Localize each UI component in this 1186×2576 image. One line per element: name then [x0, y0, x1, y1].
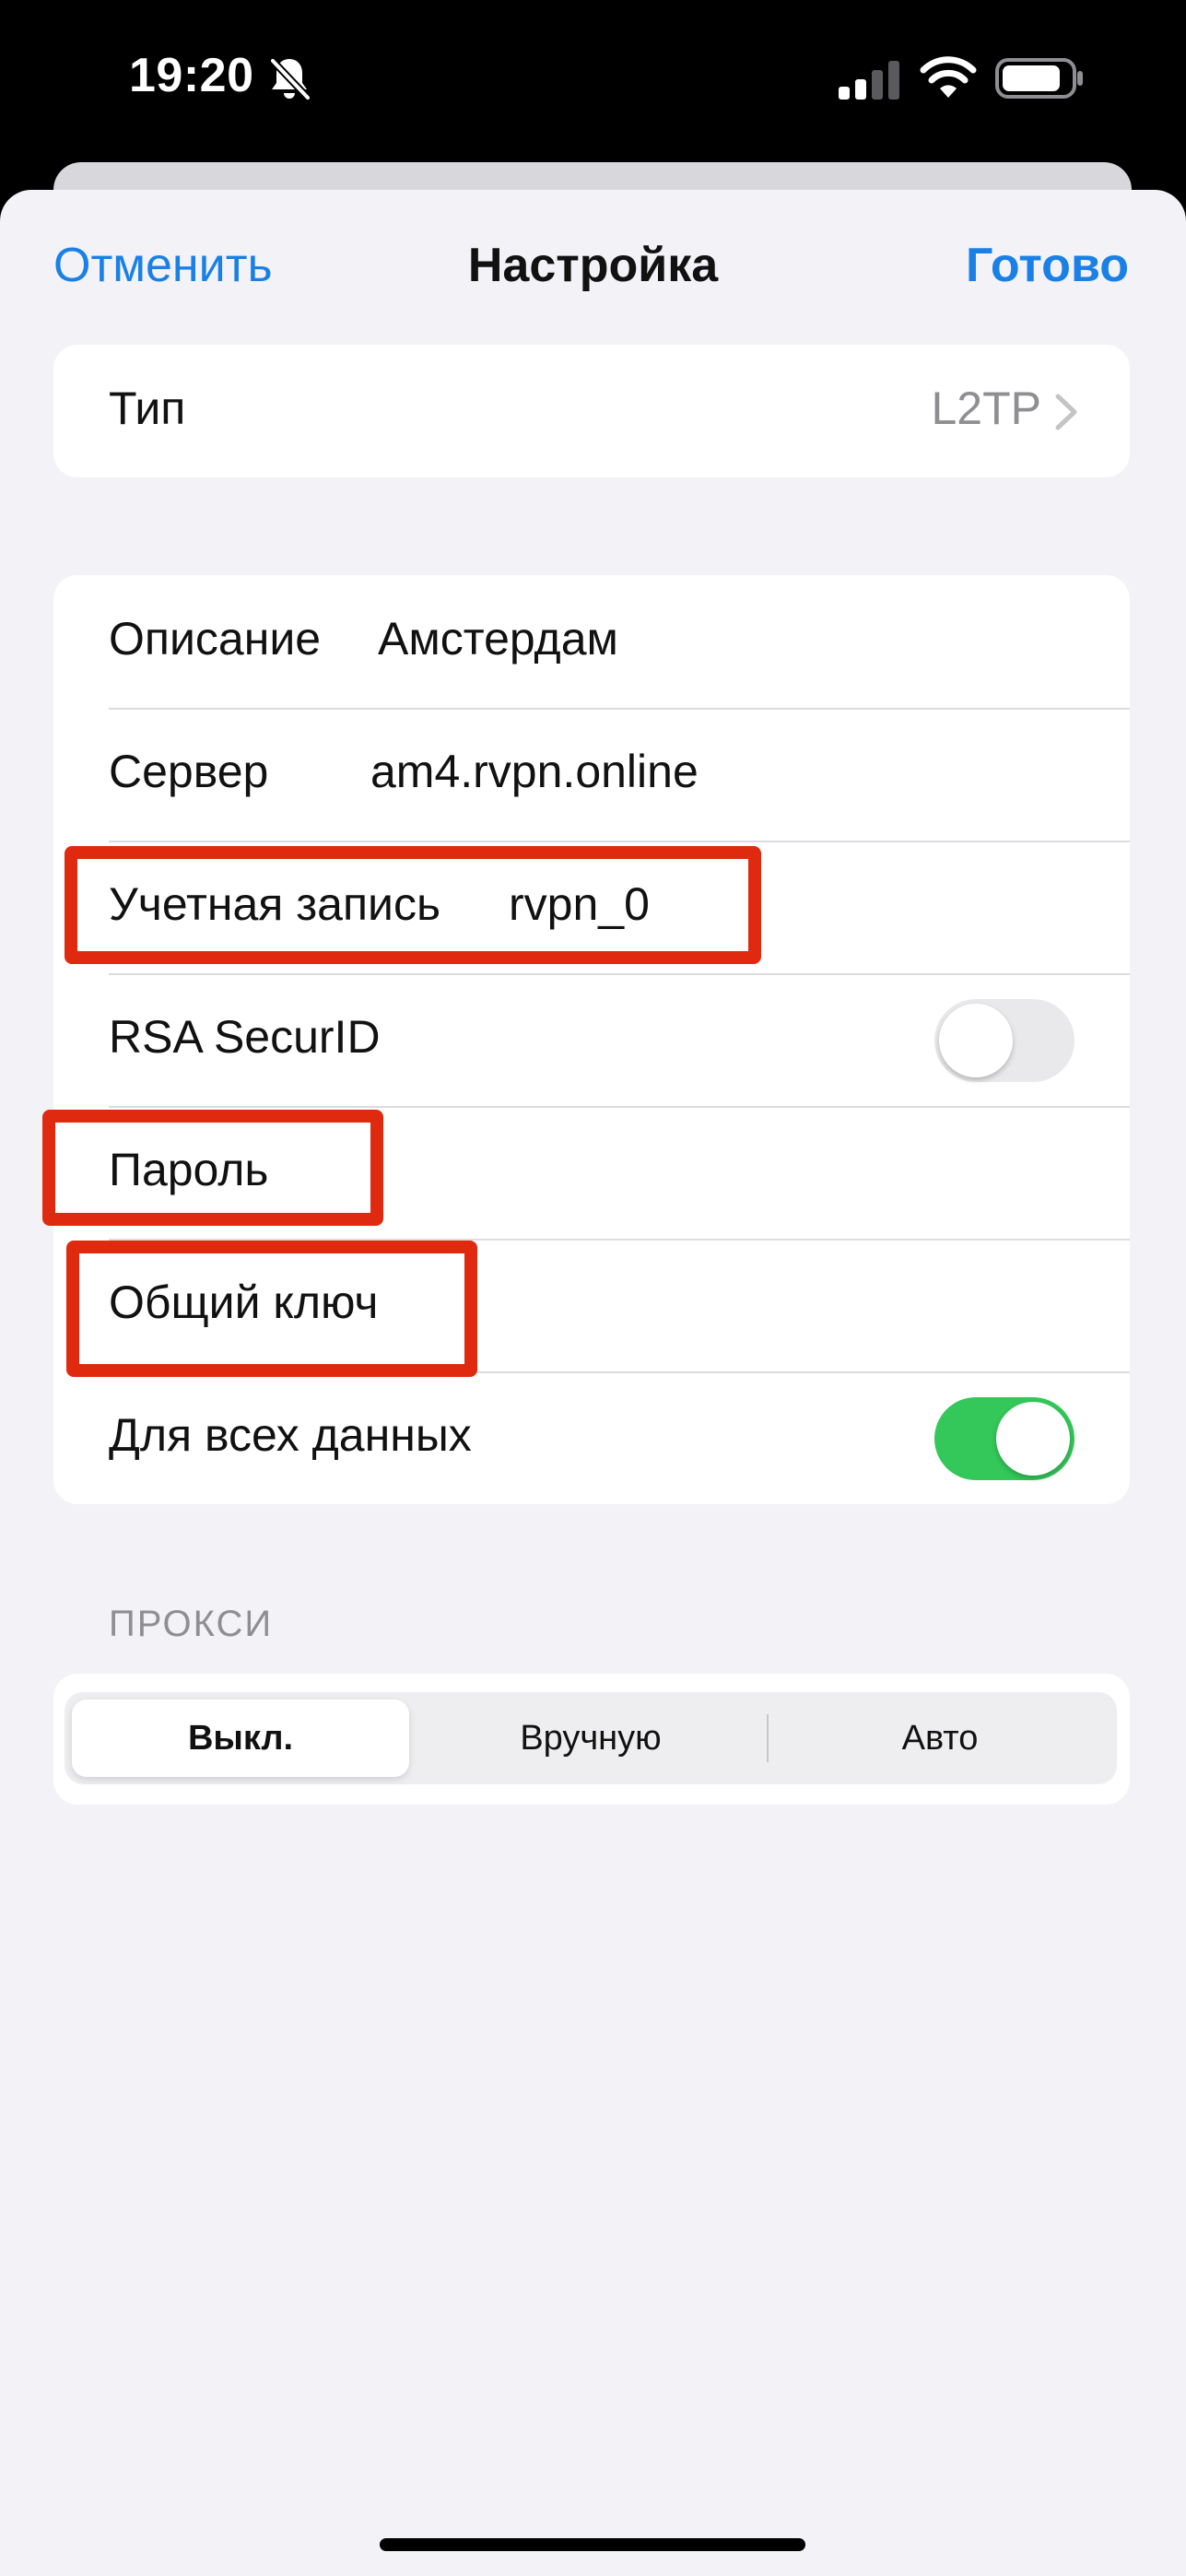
home-indicator [380, 2538, 805, 2551]
toggle-knob [939, 1004, 1013, 1077]
rsa-securid-row: RSA SecurID [53, 973, 1130, 1106]
type-label: Тип [109, 382, 186, 434]
shared-secret-highlight-box [66, 1241, 477, 1377]
server-row[interactable]: Сервер am4.rvpn.online [53, 708, 1130, 841]
rsa-securid-label: RSA SecurID [109, 1011, 381, 1063]
toggle-knob [996, 1402, 1070, 1476]
proxy-option-manual[interactable]: Вручную [418, 1700, 763, 1777]
send-all-traffic-row: Для всех данных [53, 1371, 1130, 1504]
bell-slash-icon [270, 58, 311, 100]
send-all-traffic-label: Для всех данных [109, 1409, 472, 1461]
server-field[interactable]: am4.rvpn.online [370, 745, 699, 798]
proxy-segmented-control: Выкл. Вручную Авто [65, 1692, 1117, 1784]
rsa-securid-toggle[interactable] [934, 999, 1074, 1082]
chevron-right-icon [1055, 394, 1077, 430]
account-highlight-box [65, 846, 761, 964]
proxy-option-off[interactable]: Выкл. [72, 1700, 409, 1777]
proxy-section-header: ПРОКСИ [109, 1604, 274, 1644]
cellular-signal-icon [839, 61, 899, 100]
password-highlight-box [42, 1110, 383, 1226]
description-label: Описание [109, 613, 322, 665]
cancel-button[interactable]: Отменить [53, 238, 273, 293]
status-bar: 19:20 [0, 0, 1186, 166]
status-time: 19:20 [129, 49, 254, 102]
server-label: Сервер [109, 746, 269, 797]
description-field[interactable]: Амстердам [378, 612, 618, 665]
segment-divider [767, 1714, 769, 1762]
send-all-traffic-toggle[interactable] [934, 1397, 1074, 1480]
done-button[interactable]: Готово [966, 238, 1129, 293]
battery-icon [995, 58, 1083, 99]
proxy-option-auto[interactable]: Авто [770, 1700, 1110, 1777]
type-row[interactable]: Тип L2TP [53, 345, 1130, 477]
type-card: Тип L2TP [53, 345, 1130, 477]
wifi-icon [920, 56, 977, 98]
type-value: L2TP [931, 382, 1041, 434]
description-row[interactable]: Описание Амстердам [53, 575, 1130, 708]
